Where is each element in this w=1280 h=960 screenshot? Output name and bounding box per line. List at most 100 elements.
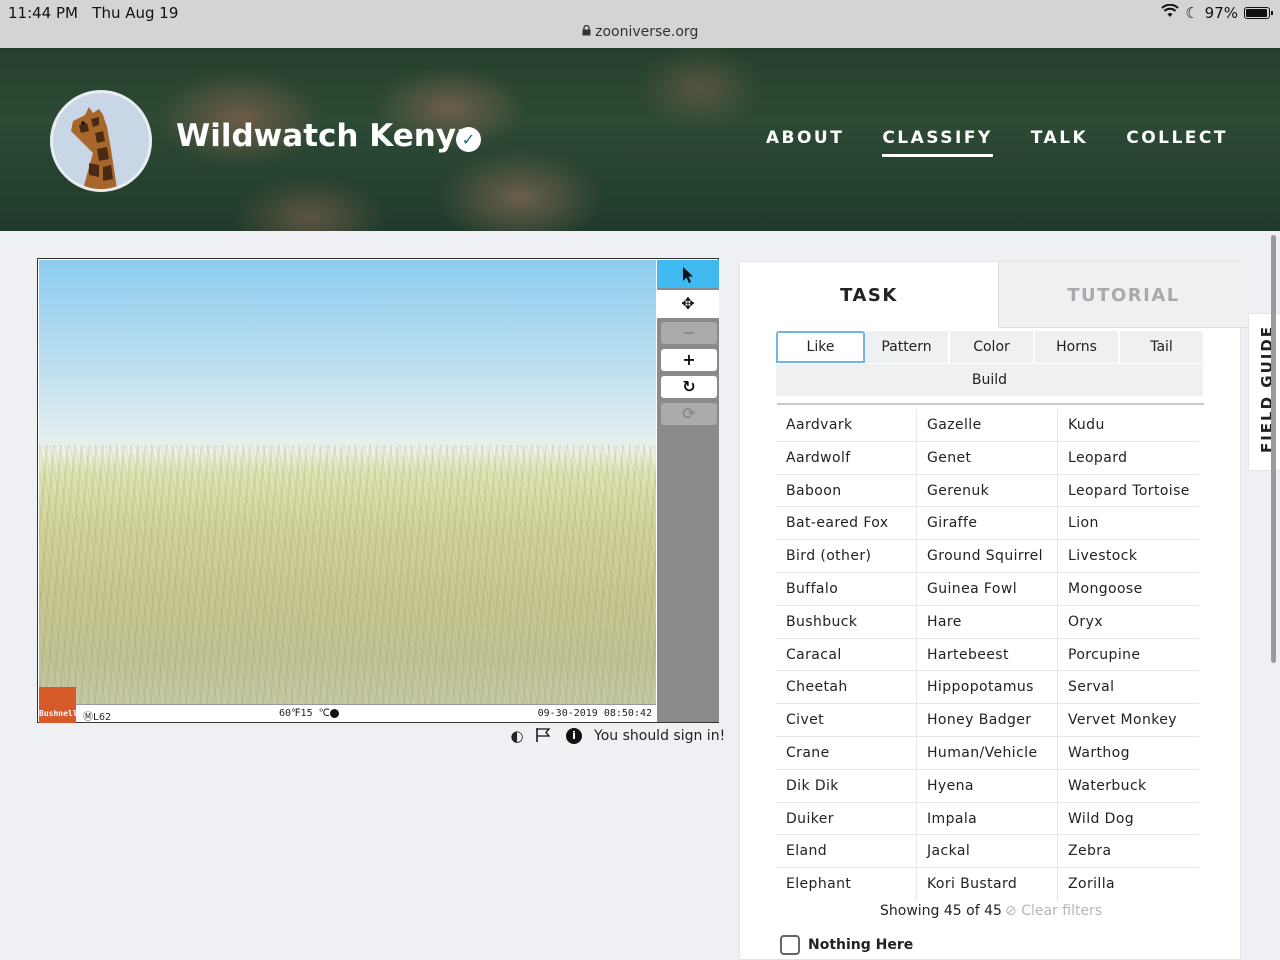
grass-texture — [39, 445, 656, 704]
species-option[interactable]: Livestock — [1058, 540, 1199, 572]
clear-circle-icon: ⊘ — [1005, 903, 1017, 919]
filter-divider — [777, 403, 1204, 405]
species-option[interactable]: Hippopotamus — [917, 671, 1058, 704]
species-grid: Aardvark Gazelle Kudu Aardwolf Genet Leopard B… — [776, 409, 1199, 901]
species-option[interactable]: Porcupine — [1058, 639, 1199, 671]
pointer-tool-button[interactable] — [657, 260, 719, 288]
nav-talk[interactable]: TALK — [1031, 128, 1088, 157]
filter-row-2: Build — [776, 364, 1203, 396]
species-option[interactable]: Elephant — [776, 868, 917, 901]
species-option[interactable]: Giraffe — [917, 507, 1058, 540]
species-option[interactable]: Lion — [1058, 507, 1199, 539]
species-row: Crane Human/Vehicle Warthog — [776, 736, 1199, 770]
flag-icon[interactable] — [534, 727, 552, 745]
species-option[interactable]: Kori Bustard — [917, 868, 1058, 901]
species-option[interactable]: Bat-eared Fox — [776, 507, 917, 540]
project-title[interactable]: Wildwatch Kenya — [176, 118, 477, 154]
species-option[interactable]: Vervet Monkey — [1058, 704, 1199, 736]
species-option[interactable]: Duiker — [776, 802, 917, 835]
filter-bar: Like Pattern Color Horns Tail Build — [776, 331, 1203, 396]
filter-like[interactable]: Like — [776, 331, 865, 363]
sign-in-message[interactable]: You should sign in! — [594, 728, 725, 744]
species-option[interactable]: Jackal — [917, 835, 1058, 868]
species-row: Aardwolf Genet Leopard — [776, 441, 1199, 475]
camera-id: ⓂL62 — [83, 712, 112, 723]
species-option[interactable]: Zebra — [1058, 835, 1199, 867]
species-option[interactable]: Leopard Tortoise — [1058, 475, 1199, 507]
status-time: 11:44 PM Thu Aug 19 — [8, 4, 179, 22]
species-row: Baboon Gerenuk Leopard Tortoise — [776, 474, 1199, 508]
nav-classify[interactable]: CLASSIFY — [882, 128, 993, 157]
species-option[interactable]: Gerenuk — [917, 474, 1058, 507]
species-row: Buffalo Guinea Fowl Mongoose — [776, 572, 1199, 606]
species-option[interactable]: Aardwolf — [776, 441, 917, 474]
species-option[interactable]: Civet — [776, 704, 917, 736]
species-option[interactable]: Wild Dog — [1058, 803, 1199, 835]
species-option[interactable]: Caracal — [776, 638, 917, 671]
species-option[interactable]: Buffalo — [776, 572, 917, 605]
camera-info-strip: Bushnell ⓂL62 60℉15 ℃ 09-30-2019 08:50:4… — [39, 687, 656, 723]
species-option[interactable]: Kudu — [1058, 409, 1199, 441]
url-text: zooniverse.org — [595, 24, 699, 40]
species-row: Dik Dik Hyena Waterbuck — [776, 769, 1199, 803]
species-row: Caracal Hartebeest Porcupine — [776, 638, 1199, 672]
nothing-here-option[interactable]: Nothing Here — [780, 935, 913, 955]
battery-percent: 97% — [1204, 4, 1238, 22]
species-row: Bird (other) Ground Squirrel Livestock — [776, 540, 1199, 573]
verified-badge-icon: ✓ — [456, 127, 481, 152]
nothing-here-checkbox[interactable] — [780, 935, 800, 955]
species-option[interactable]: Leopard — [1058, 442, 1199, 474]
filter-pattern[interactable]: Pattern — [865, 331, 950, 363]
species-option[interactable]: Gazelle — [917, 409, 1058, 441]
species-option[interactable]: Waterbuck — [1058, 770, 1199, 802]
species-option[interactable]: Warthog — [1058, 737, 1199, 769]
clear-filters-button[interactable]: ⊘ Clear filters — [1005, 903, 1102, 919]
species-option[interactable]: Oryx — [1058, 606, 1199, 638]
filter-build[interactable]: Build — [776, 364, 1203, 396]
nav-collect[interactable]: COLLECT — [1126, 128, 1228, 157]
species-option[interactable]: Eland — [776, 835, 917, 868]
info-icon[interactable]: i — [566, 728, 582, 744]
species-option[interactable]: Aardvark — [776, 409, 917, 441]
url-bar[interactable]: zooniverse.org — [0, 24, 1280, 40]
subject-image[interactable] — [39, 260, 656, 704]
species-option[interactable]: Mongoose — [1058, 573, 1199, 605]
filter-tail[interactable]: Tail — [1120, 331, 1203, 363]
species-option[interactable]: Baboon — [776, 474, 917, 507]
species-option[interactable]: Hyena — [917, 769, 1058, 802]
image-toolbar: ✥ − + ↻ ⟳ — [657, 260, 719, 722]
reset-button[interactable]: ⟳ — [661, 403, 717, 425]
species-option[interactable]: Bird (other) — [776, 540, 917, 572]
wifi-icon — [1161, 3, 1179, 22]
filter-horns[interactable]: Horns — [1035, 331, 1120, 363]
project-avatar[interactable] — [50, 90, 152, 192]
species-option[interactable]: Dik Dik — [776, 769, 917, 802]
species-option[interactable]: Cheetah — [776, 671, 917, 704]
move-tool-button[interactable]: ✥ — [657, 290, 719, 318]
zoom-out-button[interactable]: − — [661, 322, 717, 344]
zoom-in-button[interactable]: + — [661, 349, 717, 371]
tab-task[interactable]: TASK — [740, 262, 998, 328]
page-scrollbar[interactable] — [1271, 235, 1276, 663]
project-nav: ABOUT CLASSIFY TALK COLLECT — [766, 128, 1228, 157]
species-option[interactable]: Zorilla — [1058, 868, 1199, 901]
species-option[interactable]: Bushbuck — [776, 605, 917, 638]
species-option[interactable]: Honey Badger — [917, 704, 1058, 736]
tab-tutorial[interactable]: TUTORIAL — [998, 262, 1248, 328]
species-option[interactable]: Ground Squirrel — [917, 540, 1058, 572]
species-option[interactable]: Hare — [917, 605, 1058, 638]
species-option[interactable]: Guinea Fowl — [917, 572, 1058, 605]
status-bar: 11:44 PM Thu Aug 19 ☾ 97% zooniverse.org — [0, 0, 1280, 48]
nav-about[interactable]: ABOUT — [766, 128, 844, 157]
camera-temp: 60℉15 ℃ — [279, 708, 339, 719]
species-option[interactable]: Genet — [917, 441, 1058, 474]
filter-color[interactable]: Color — [950, 331, 1035, 363]
contrast-icon[interactable]: ◐ — [508, 727, 526, 745]
species-option[interactable]: Impala — [917, 802, 1058, 835]
species-option[interactable]: Hartebeest — [917, 638, 1058, 671]
species-option[interactable]: Human/Vehicle — [917, 736, 1058, 769]
rotate-button[interactable]: ↻ — [661, 376, 717, 398]
species-option[interactable]: Serval — [1058, 671, 1199, 703]
species-option[interactable]: Crane — [776, 736, 917, 769]
camera-brand-logo: Bushnell — [39, 687, 78, 723]
